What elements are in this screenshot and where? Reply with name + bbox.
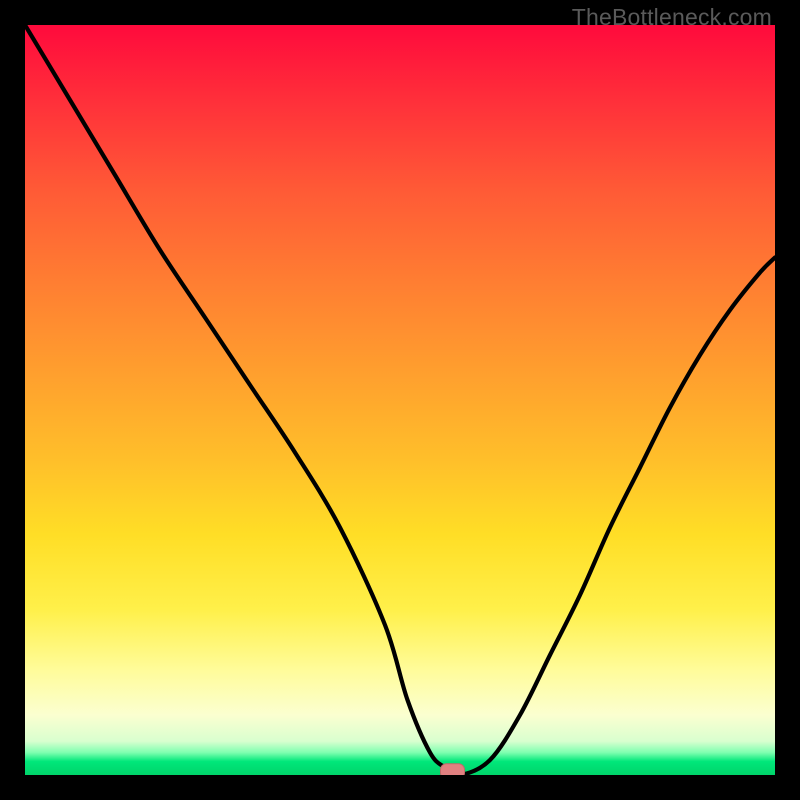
- optimum-marker: [441, 764, 465, 775]
- plot-svg: [25, 25, 775, 775]
- chart-frame: TheBottleneck.com: [0, 0, 800, 800]
- bottleneck-curve: [25, 25, 775, 775]
- plot-area: [25, 25, 775, 775]
- watermark-text: TheBottleneck.com: [572, 4, 772, 31]
